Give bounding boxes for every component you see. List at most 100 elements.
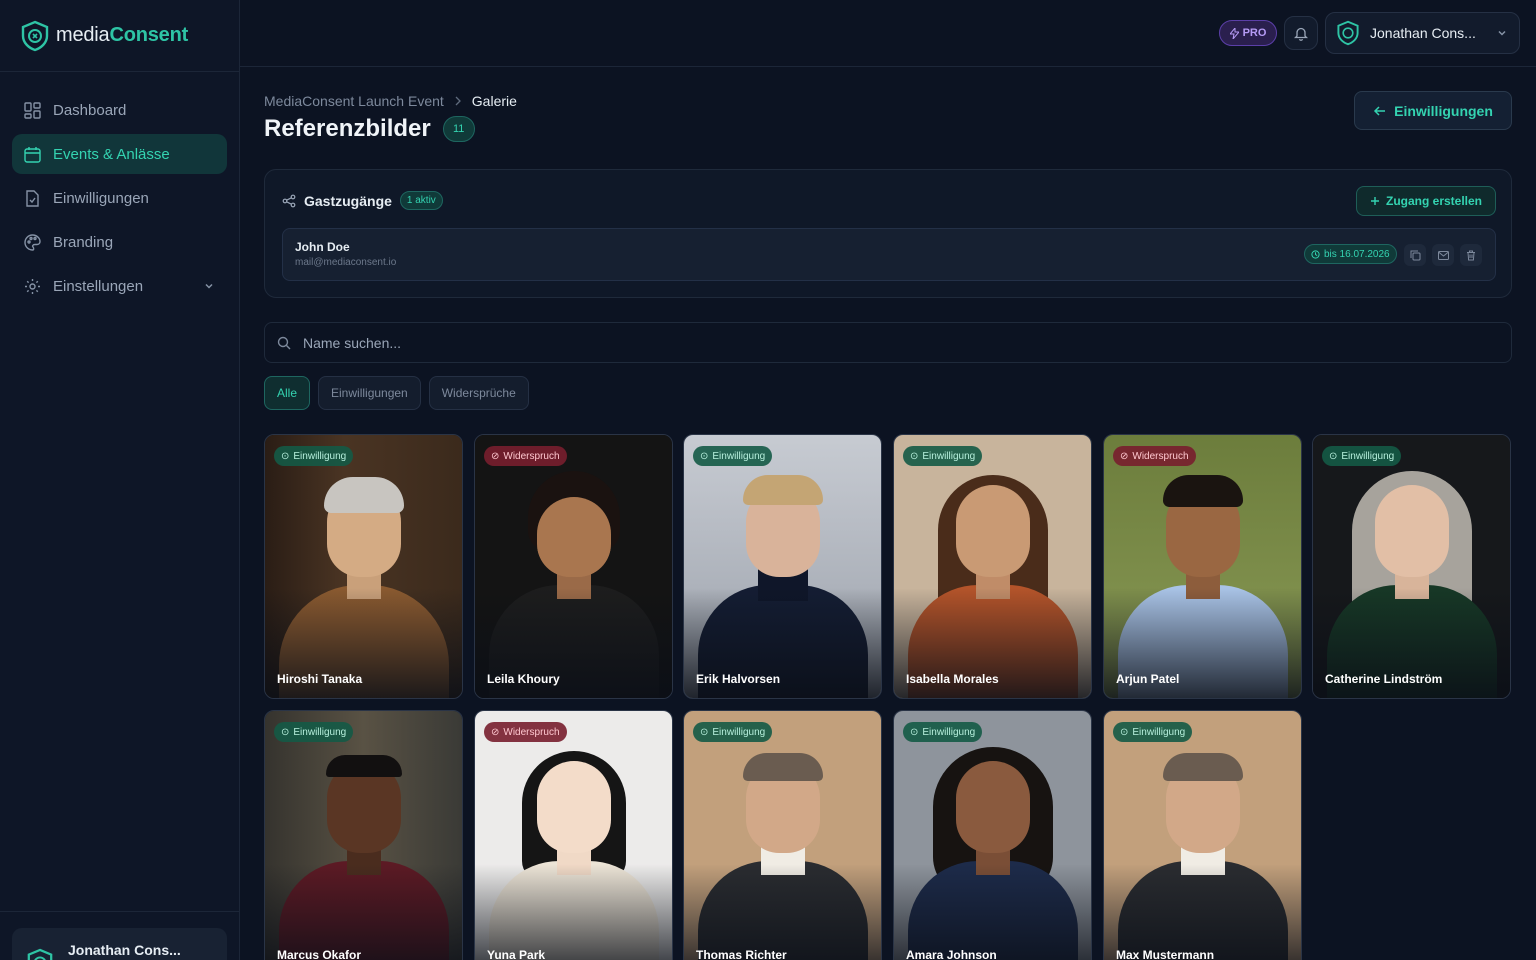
topbar: PRO Jonathan Cons... [240, 0, 1536, 67]
guest-access-panel: Gastzugänge 1 aktiv Zugang erstellen Joh… [264, 169, 1512, 298]
gallery-card[interactable]: ⊙ Einwilligung Max Mustermann [1103, 710, 1302, 960]
clock-icon [1311, 249, 1320, 259]
consent-icon: ⊙ [1120, 726, 1129, 738]
sidebar: mediaConsent Dashboard Events & Anlässe … [0, 0, 240, 960]
mail-icon [1437, 250, 1449, 260]
consent-icon: ⊙ [910, 450, 919, 462]
status-badge: ⊘ Widerspruch [484, 446, 567, 466]
person-name: Erik Halvorsen [696, 672, 781, 686]
filter-objections[interactable]: Widersprüche [428, 376, 529, 410]
search-input[interactable] [303, 334, 1303, 351]
create-access-button[interactable]: Zugang erstellen [1356, 186, 1496, 216]
search-box [264, 322, 1512, 363]
page-title: Referenzbilder [264, 115, 431, 142]
person-name: Catherine Lindström [1325, 672, 1443, 686]
lightning-icon [1229, 27, 1239, 39]
brand-logo[interactable]: mediaConsent [0, 0, 239, 72]
filter-all[interactable]: Alle [264, 376, 311, 410]
sidebar-user-card[interactable]: Jonathan Cons... [12, 928, 227, 960]
consent-icon: ⊙ [910, 726, 919, 738]
copy-link-button[interactable] [1404, 244, 1426, 266]
palette-icon [24, 233, 41, 251]
plus-icon [1370, 197, 1379, 205]
calendar-icon [24, 146, 41, 163]
gallery-card[interactable]: ⊘ Widerspruch Yuna Park [474, 710, 673, 960]
nav-item-consents[interactable]: Einwilligungen [12, 178, 227, 218]
filter-tabs: Alle Einwilligungen Widersprüche [264, 376, 529, 410]
dashboard-icon [24, 101, 41, 119]
person-name: Arjun Patel [1116, 672, 1180, 686]
objection-icon: ⊘ [1120, 450, 1129, 462]
person-name: Leila Khoury [487, 672, 560, 686]
chevron-down-icon [205, 283, 213, 289]
consent-icon: ⊙ [700, 450, 709, 462]
consent-icon: ⊙ [700, 726, 709, 738]
arrow-left-icon [1374, 105, 1386, 116]
gallery-card[interactable]: ⊘ Widerspruch Arjun Patel [1103, 434, 1302, 699]
person-name: Max Mustermann [1116, 948, 1215, 960]
copy-icon [1410, 250, 1420, 260]
search-icon [277, 336, 291, 349]
brand-name: mediaConsent [56, 24, 189, 46]
file-check-icon [26, 189, 39, 207]
guest-email: mail@mediaconsent.io [295, 257, 397, 268]
breadcrumb: MediaConsent Launch Event Galerie [264, 93, 517, 109]
gallery-card[interactable]: ⊘ Widerspruch Leila Khoury [474, 434, 673, 699]
nav-label: Dashboard [53, 101, 127, 119]
gallery-card[interactable]: ⊙ Einwilligung Catherine Lindström [1312, 434, 1511, 699]
guest-access-header: Gastzugänge 1 aktiv [282, 191, 443, 210]
main-nav: Dashboard Events & Anlässe Einwilligunge… [0, 72, 239, 328]
status-badge: ⊙ Einwilligung [274, 722, 354, 742]
person-name: Yuna Park [487, 948, 546, 960]
status-badge: ⊙ Einwilligung [1322, 446, 1402, 466]
gallery-card[interactable]: ⊙ Einwilligung Hiroshi Tanaka [264, 434, 463, 699]
status-badge: ⊙ Einwilligung [693, 446, 773, 466]
breadcrumb-parent[interactable]: MediaConsent Launch Event [264, 93, 444, 109]
image-count-badge: 11 [442, 116, 475, 142]
gallery-card[interactable]: ⊙ Einwilligung Marcus Okafor [264, 710, 463, 960]
gallery-card[interactable]: ⊙ Einwilligung Erik Halvorsen [683, 434, 882, 699]
consent-icon: ⊙ [281, 726, 290, 738]
gallery-card[interactable]: ⊙ Einwilligung Thomas Richter [683, 710, 882, 960]
bell-icon [1294, 27, 1308, 41]
consent-icon: ⊙ [281, 450, 290, 462]
account-menu-button[interactable]: Jonathan Cons... [1325, 12, 1520, 54]
back-to-consents-button[interactable]: Einwilligungen [1354, 91, 1512, 130]
status-badge: ⊘ Widerspruch [1113, 446, 1196, 466]
nav-label: Events & Anlässe [53, 145, 170, 163]
notifications-button[interactable] [1284, 16, 1318, 50]
pro-badge[interactable]: PRO [1219, 20, 1277, 46]
objection-icon: ⊘ [491, 726, 500, 738]
status-badge: ⊙ Einwilligung [903, 446, 983, 466]
nav-item-dashboard[interactable]: Dashboard [12, 90, 227, 130]
shield-avatar-icon [1337, 20, 1359, 46]
shield-logo-icon [21, 20, 49, 51]
guest-name: John Doe [295, 240, 350, 254]
title-row: Referenzbilder 11 [264, 115, 475, 143]
expiry-badge: bis 16.07.2026 [1304, 244, 1397, 264]
delete-access-button[interactable] [1460, 244, 1482, 266]
filter-consents[interactable]: Einwilligungen [318, 376, 421, 410]
send-email-button[interactable] [1432, 244, 1454, 266]
sidebar-footer: Jonathan Cons... [0, 911, 240, 960]
guest-row: John Doe mail@mediaconsent.io bis 16.07.… [282, 228, 1496, 281]
status-badge: ⊙ Einwilligung [903, 722, 983, 742]
nav-label: Einwilligungen [53, 189, 149, 207]
shield-avatar-icon [27, 948, 53, 960]
consent-icon: ⊙ [1329, 450, 1338, 462]
person-name: Hiroshi Tanaka [277, 672, 363, 686]
gallery-card[interactable]: ⊙ Einwilligung Isabella Morales [893, 434, 1092, 699]
gallery-card[interactable]: ⊙ Einwilligung Amara Johnson [893, 710, 1092, 960]
objection-icon: ⊘ [491, 450, 500, 462]
nav-label: Branding [53, 233, 114, 251]
nav-item-events[interactable]: Events & Anlässe [12, 134, 227, 174]
nav-item-branding[interactable]: Branding [12, 222, 227, 262]
person-name: Amara Johnson [906, 948, 997, 960]
sidebar-user-name: Jonathan Cons... [68, 942, 181, 958]
active-count-badge: 1 aktiv [399, 191, 443, 210]
trash-icon [1467, 250, 1475, 260]
nav-label: Einstellungen [53, 277, 144, 295]
account-name: Jonathan Cons... [1370, 25, 1476, 41]
nav-item-settings[interactable]: Einstellungen [12, 266, 227, 306]
chevron-right-icon [455, 96, 461, 106]
